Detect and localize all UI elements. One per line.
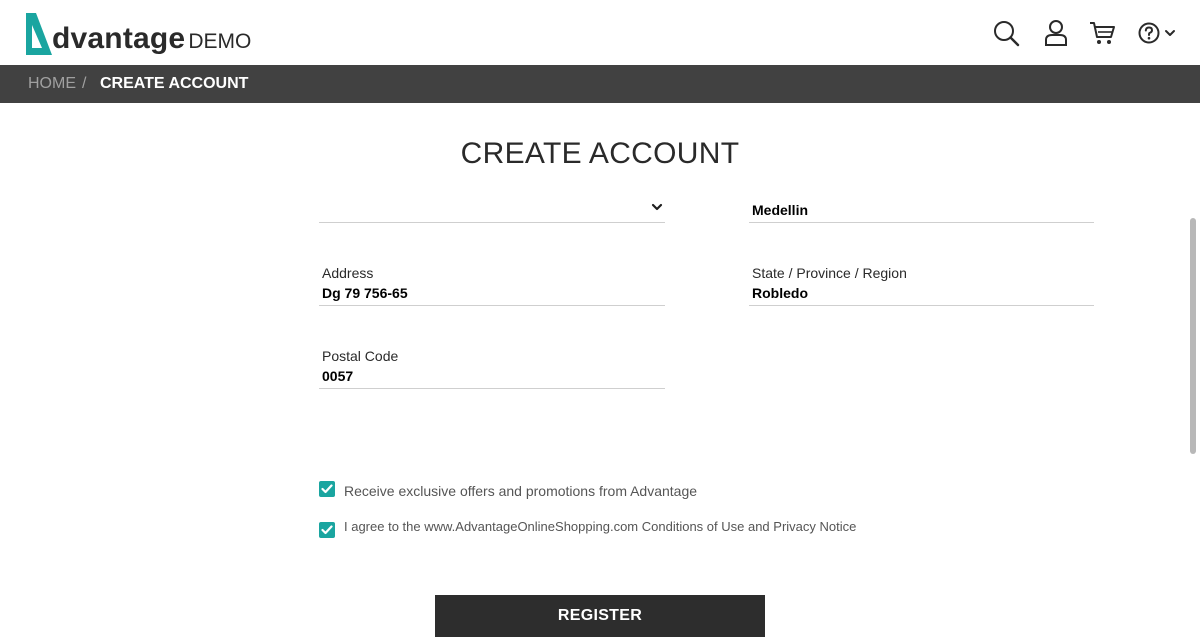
- register-button[interactable]: REGISTER: [435, 595, 765, 637]
- chevron-down-icon: [651, 203, 663, 211]
- state-input[interactable]: [752, 285, 1082, 301]
- terms-checkbox[interactable]: [319, 522, 335, 538]
- page-title: CREATE ACCOUNT: [460, 137, 740, 170]
- offers-checkbox[interactable]: [319, 481, 335, 497]
- terms-checkbox-label[interactable]: I agree to the www.AdvantageOnlineShoppi…: [344, 519, 856, 534]
- check-icon: [321, 484, 333, 494]
- postal-code-label: Postal Code: [322, 348, 399, 364]
- state-field[interactable]: State / Province / Region: [749, 262, 1094, 306]
- address-field[interactable]: Address: [319, 262, 665, 306]
- postal-code-input[interactable]: [322, 368, 652, 384]
- postal-code-field[interactable]: Postal Code: [319, 345, 665, 389]
- city-field[interactable]: [749, 197, 1094, 223]
- top-header: dvantage DEMO: [0, 0, 1200, 65]
- logo-mark-icon: [26, 13, 52, 55]
- logo-text: dvantage: [52, 22, 186, 55]
- breadcrumb-current: CREATE ACCOUNT: [100, 75, 249, 92]
- page-scrollbar[interactable]: [1190, 218, 1196, 454]
- breadcrumb: HOME / CREATE ACCOUNT: [0, 65, 1200, 103]
- search-icon[interactable]: [991, 18, 1021, 48]
- logo[interactable]: dvantage DEMO: [22, 9, 251, 57]
- user-icon[interactable]: [1041, 18, 1071, 48]
- offers-checkbox-label[interactable]: Receive exclusive offers and promotions …: [344, 483, 697, 499]
- breadcrumb-home-link[interactable]: HOME: [28, 75, 76, 93]
- country-select[interactable]: [319, 197, 665, 223]
- breadcrumb-separator: /: [82, 75, 87, 92]
- help-menu[interactable]: [1134, 18, 1178, 48]
- state-label: State / Province / Region: [752, 265, 907, 281]
- logo-demo-text: DEMO: [188, 30, 252, 53]
- address-label: Address: [322, 265, 374, 281]
- check-icon: [321, 525, 333, 535]
- city-input[interactable]: [752, 202, 1082, 218]
- cart-icon[interactable]: [1087, 18, 1117, 48]
- chevron-down-icon: [1164, 30, 1175, 36]
- help-icon: [1138, 22, 1159, 44]
- address-input[interactable]: [322, 285, 652, 301]
